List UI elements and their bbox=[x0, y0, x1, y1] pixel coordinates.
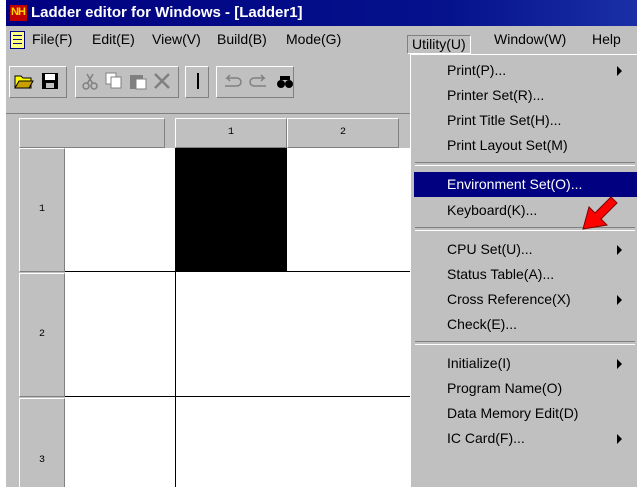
app-logo-icon: NH bbox=[10, 5, 27, 21]
toolbar-edit-group bbox=[75, 66, 179, 98]
find-icon[interactable] bbox=[273, 69, 297, 93]
mouse-pointer-icon bbox=[582, 196, 618, 230]
menu-utility[interactable]: Utility(U) bbox=[407, 35, 471, 54]
row-header[interactable]: 1 bbox=[19, 148, 65, 272]
submenu-arrow-icon bbox=[617, 434, 622, 444]
menu-item-print-title-set[interactable]: Print Title Set(H)... bbox=[414, 108, 637, 133]
menu-help[interactable]: Help bbox=[592, 31, 621, 49]
menu-item-status-table[interactable]: Status Table(A)... bbox=[414, 262, 637, 287]
menu-item-ic-card[interactable]: IC Card(F)... bbox=[414, 426, 637, 451]
menu-item-environment-set[interactable]: Environment Set(O)... bbox=[414, 172, 637, 197]
submenu-arrow-icon bbox=[617, 245, 622, 255]
title-bar[interactable]: NH Ladder editor for Windows - [Ladder1] bbox=[6, 0, 637, 26]
ladder-cell-area[interactable] bbox=[65, 148, 425, 487]
menu-separator bbox=[415, 341, 635, 345]
grid-line bbox=[65, 396, 425, 397]
delete-icon[interactable] bbox=[150, 69, 174, 93]
menu-item-cross-reference[interactable]: Cross Reference(X) bbox=[414, 287, 637, 312]
save-icon[interactable] bbox=[38, 69, 62, 93]
undo-icon[interactable] bbox=[220, 69, 244, 93]
menu-item-print[interactable]: Print(P)... bbox=[414, 58, 637, 83]
column-header[interactable]: 2 bbox=[287, 118, 399, 148]
toolbar-undo-group bbox=[216, 66, 294, 98]
submenu-arrow-icon bbox=[617, 295, 622, 305]
menu-item-data-memory-edit[interactable]: Data Memory Edit(D) bbox=[414, 401, 637, 426]
open-icon[interactable] bbox=[12, 69, 36, 93]
toolbar-file-group bbox=[9, 66, 67, 98]
menu-window[interactable]: Window(W) bbox=[494, 31, 566, 49]
window-title: Ladder editor for Windows - [Ladder1] bbox=[31, 4, 303, 21]
utility-dropdown-menu: Print(P)... Printer Set(R)... Print Titl… bbox=[410, 54, 637, 487]
column-header[interactable]: 1 bbox=[175, 118, 287, 148]
menu-file[interactable]: File(F) bbox=[32, 31, 72, 49]
menu-build[interactable]: Build(B) bbox=[217, 31, 267, 49]
row-header[interactable]: 3 bbox=[19, 398, 65, 487]
menu-separator bbox=[415, 162, 635, 166]
menu-mode[interactable]: Mode(G) bbox=[286, 31, 341, 49]
menu-edit[interactable]: Edit(E) bbox=[92, 31, 135, 49]
column-header-bar: 1 2 bbox=[19, 118, 419, 148]
app-window: NH Ladder editor for Windows - [Ladder1]… bbox=[6, 0, 637, 487]
toolbar-mid-group bbox=[185, 66, 209, 98]
menu-item-check[interactable]: Check(E)... bbox=[414, 312, 637, 337]
menu-item-initialize[interactable]: Initialize(I) bbox=[414, 351, 637, 376]
selected-cell-cursor[interactable] bbox=[175, 148, 287, 272]
paste-icon[interactable] bbox=[126, 69, 150, 93]
document-menu-icon[interactable] bbox=[10, 31, 25, 49]
submenu-arrow-icon bbox=[617, 359, 622, 369]
corner-header bbox=[19, 118, 165, 148]
redo-icon[interactable] bbox=[247, 69, 271, 93]
submenu-arrow-icon bbox=[617, 66, 622, 76]
cut-icon[interactable] bbox=[78, 69, 102, 93]
menu-bar: File(F) Edit(E) View(V) Build(B) Mode(G)… bbox=[6, 26, 637, 54]
row-header[interactable]: 2 bbox=[19, 273, 65, 397]
menu-item-printer-set[interactable]: Printer Set(R)... bbox=[414, 83, 637, 108]
copy-icon[interactable] bbox=[102, 69, 126, 93]
menu-item-print-layout-set[interactable]: Print Layout Set(M) bbox=[414, 133, 637, 158]
menu-view[interactable]: View(V) bbox=[152, 31, 201, 49]
menu-item-program-name[interactable]: Program Name(O) bbox=[414, 376, 637, 401]
separator-bar-icon[interactable] bbox=[186, 69, 210, 93]
